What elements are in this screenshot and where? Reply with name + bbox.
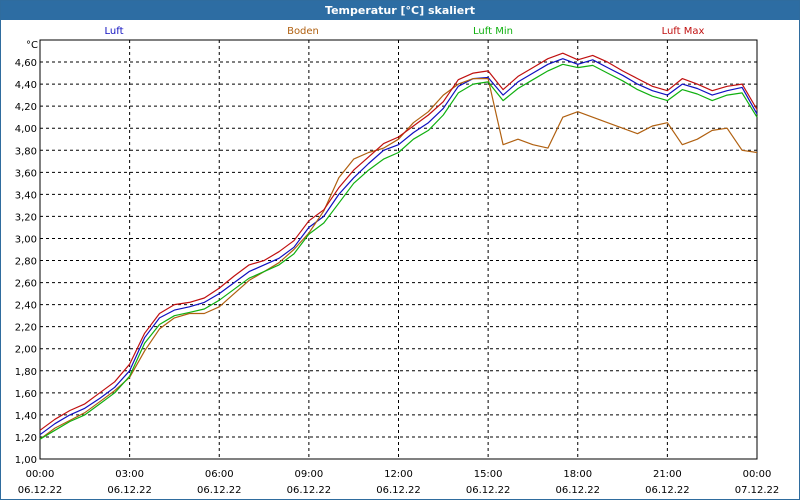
legend-item: Luft [105, 26, 124, 37]
x-tick-date: 07.12.22 [735, 485, 780, 496]
y-tick-label: 4,20 [15, 102, 37, 113]
y-tick-label: 2,20 [15, 323, 37, 334]
x-tick-time: 15:00 [474, 469, 503, 480]
x-tick-time: 18:00 [563, 469, 592, 480]
y-tick-label: 1,60 [15, 389, 37, 400]
legend-item: Luft Max [662, 26, 705, 37]
y-tick-label: 2,00 [15, 345, 37, 356]
y-tick-label: 1,20 [15, 433, 37, 444]
y-tick-label: 3,00 [15, 234, 37, 245]
x-tick-time: 09:00 [294, 469, 323, 480]
x-tick-date: 06.12.22 [18, 485, 63, 496]
y-tick-label: 3,80 [15, 146, 37, 157]
temperature-chart: 1,00 1,20 1,40 1,60 1,80 2,00 2,20 2,40 2,60 2,80… [15, 26, 780, 496]
y-tick-label: 2,80 [15, 257, 37, 268]
y-tick-label: 1,40 [15, 411, 37, 422]
x-tick-date: 06.12.22 [645, 485, 690, 496]
legend-item: Boden [287, 26, 319, 37]
x-tick-time: 21:00 [653, 469, 682, 480]
y-tick-label: 4,60 [15, 58, 37, 69]
y-axis-ticks: 1,00 1,20 1,40 1,60 1,80 2,00 2,20 2,40 2,60 2,80… [15, 58, 37, 466]
y-tick-label: 2,60 [15, 279, 37, 290]
x-tick-date: 06.12.22 [555, 485, 600, 496]
y-tick-label: 3,60 [15, 168, 37, 179]
x-axis-ticks: 00:00 06.12.22 03:00 06.12.22 06:00 06.12.22 0… [18, 469, 780, 496]
x-tick-time: 06:00 [205, 469, 234, 480]
y-tick-label: 3,40 [15, 190, 37, 201]
x-tick-date: 06.12.22 [287, 485, 332, 496]
x-tick-date: 06.12.22 [107, 485, 152, 496]
y-tick-label: 4,40 [15, 80, 37, 91]
x-tick-date: 06.12.22 [197, 485, 242, 496]
y-tick-label: 1,00 [15, 455, 37, 466]
x-tick-time: 03:00 [115, 469, 144, 480]
legend: Luft Boden Luft Min Luft Max [105, 26, 705, 37]
y-tick-label: 3,20 [15, 212, 37, 223]
y-axis-unit: °C [26, 40, 38, 51]
x-tick-time: 00:00 [26, 469, 55, 480]
x-tick-date: 06.12.22 [376, 485, 421, 496]
x-tick-time: 12:00 [384, 469, 413, 480]
y-tick-label: 2,40 [15, 301, 37, 312]
x-tick-time: 00:00 [743, 469, 772, 480]
y-tick-label: 4,00 [15, 124, 37, 135]
x-tick-date: 06.12.22 [466, 485, 511, 496]
legend-item: Luft Min [473, 26, 513, 37]
y-tick-label: 1,80 [15, 367, 37, 378]
